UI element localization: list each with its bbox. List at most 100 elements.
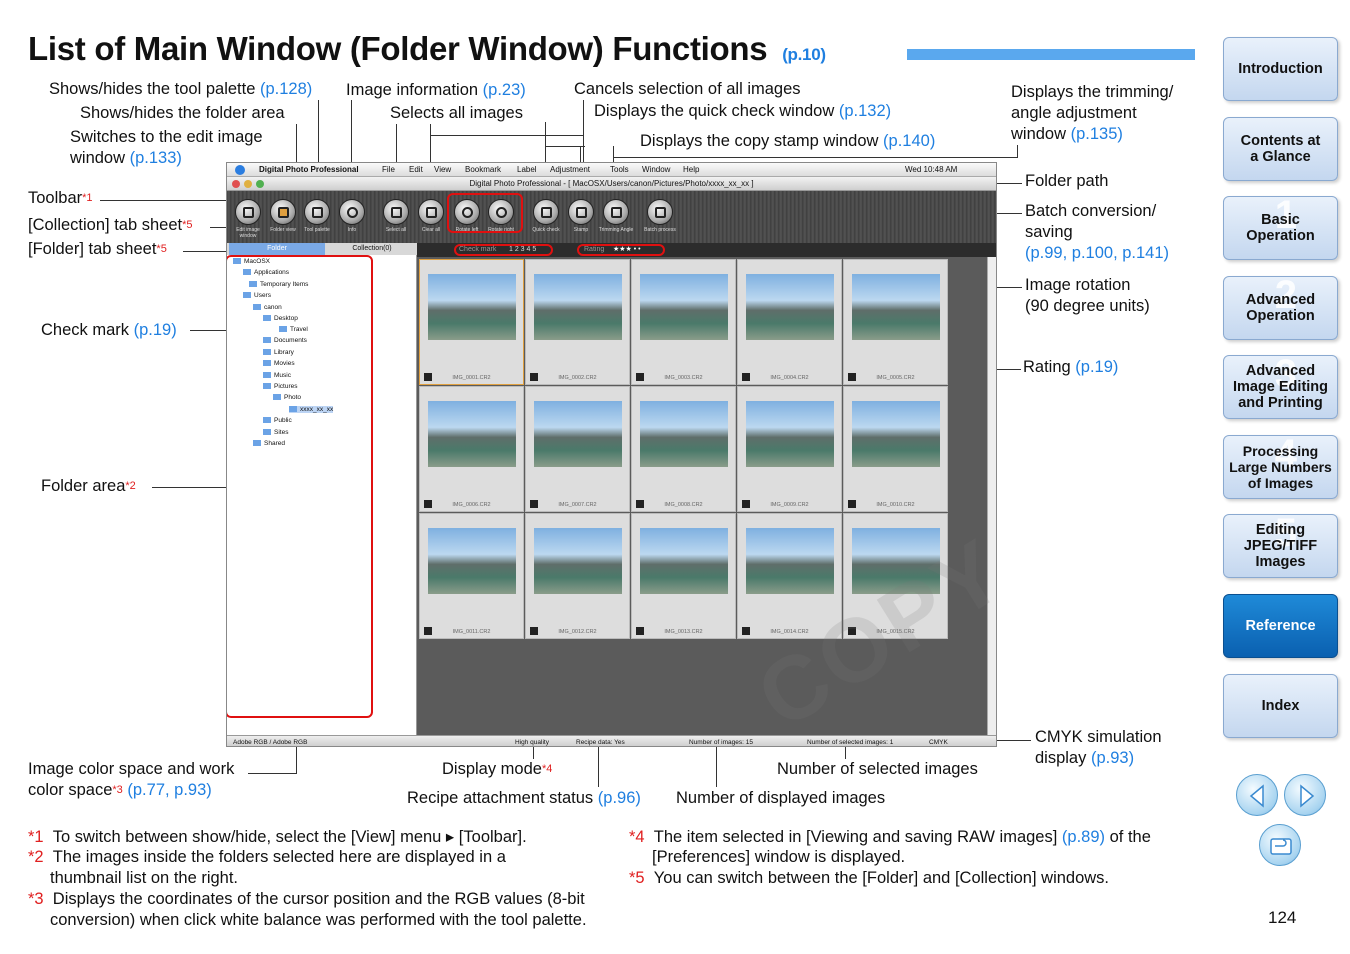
- nav-advanced-operation[interactable]: 2 Advanced Operation: [1223, 275, 1338, 340]
- menu-help[interactable]: Help: [683, 163, 699, 177]
- thumbnail-image: [640, 274, 728, 340]
- tree-item[interactable]: Library: [263, 349, 294, 356]
- footnote-4-cont: [Preferences] window is displayed.: [652, 848, 906, 866]
- tab-folder[interactable]: Folder: [229, 243, 325, 255]
- tree-item[interactable]: Desktop: [263, 315, 298, 322]
- ref-link[interactable]: (p.96): [598, 789, 641, 807]
- menu-view[interactable]: View: [434, 163, 451, 177]
- tree-item[interactable]: Photo: [273, 394, 301, 401]
- thumbnail[interactable]: IMG_0001.CR2: [419, 259, 524, 385]
- rotate-highlight: [447, 193, 523, 233]
- zoom-icon[interactable]: [256, 180, 264, 188]
- return-icon: [1270, 838, 1292, 855]
- thumbnail[interactable]: IMG_0009.CR2: [737, 386, 842, 512]
- tab-collection[interactable]: Collection(0): [327, 243, 417, 255]
- previous-page-button[interactable]: [1236, 774, 1278, 816]
- tree-item[interactable]: canon: [253, 304, 282, 311]
- clear-all-button[interactable]: [418, 199, 444, 225]
- thumbnail[interactable]: IMG_0013.CR2: [631, 513, 736, 639]
- ref-link[interactable]: (p.19): [134, 321, 177, 339]
- thumbnail-filename: IMG_0012.CR2: [558, 629, 597, 635]
- thumbnail[interactable]: IMG_0003.CR2: [631, 259, 736, 385]
- next-page-button[interactable]: [1284, 774, 1326, 816]
- quick-check-button[interactable]: [533, 199, 559, 225]
- menu-file[interactable]: File: [382, 163, 395, 177]
- tree-item[interactable]: Movies: [263, 360, 295, 367]
- trimming-angle-button[interactable]: [603, 199, 629, 225]
- ref-link[interactable]: (p.19): [1075, 358, 1118, 376]
- ref-link[interactable]: (p.135): [1071, 125, 1123, 143]
- thumbnail[interactable]: IMG_0005.CR2: [843, 259, 948, 385]
- menu-app-name[interactable]: Digital Photo Professional: [259, 163, 359, 177]
- menu-tools[interactable]: Tools: [610, 163, 629, 177]
- callout-batch-3: (p.99, p.100, p.141): [1025, 243, 1169, 264]
- return-button[interactable]: [1259, 824, 1301, 866]
- menu-label[interactable]: Label: [517, 163, 537, 177]
- ref-link[interactable]: (p.93): [1091, 749, 1134, 767]
- tree-item[interactable]: Pictures: [263, 383, 297, 390]
- toolbar-caption: Batch process: [644, 227, 676, 233]
- ref-link[interactable]: (p.140): [883, 132, 935, 150]
- vertical-scrollbar[interactable]: [987, 257, 996, 735]
- ref-link[interactable]: (p.128): [260, 80, 312, 98]
- nav-editing-jpeg[interactable]: 5 Editing JPEG/TIFF Images: [1223, 513, 1338, 578]
- menu-window[interactable]: Window: [642, 163, 670, 177]
- menu-bookmark[interactable]: Bookmark: [465, 163, 501, 177]
- ref-link[interactable]: (p.133): [130, 149, 182, 167]
- stamp-button[interactable]: [568, 199, 594, 225]
- thumbnail[interactable]: IMG_0010.CR2: [843, 386, 948, 512]
- callout-trimming-2: angle adjustment: [1011, 104, 1137, 122]
- info-button[interactable]: [339, 199, 365, 225]
- thumbnail[interactable]: IMG_0008.CR2: [631, 386, 736, 512]
- tree-item[interactable]: Public: [263, 417, 292, 424]
- tree-item[interactable]: Documents: [263, 337, 307, 344]
- menu-adjustment[interactable]: Adjustment: [550, 163, 590, 177]
- callout-trimming-1: Displays the trimming/: [1011, 83, 1174, 101]
- ref-link[interactable]: (p.23): [483, 81, 526, 99]
- tree-item[interactable]: Travel: [279, 326, 308, 333]
- nav-processing-large[interactable]: 4 Processing Large Numbers of Images: [1223, 434, 1338, 499]
- tool-palette-button[interactable]: [304, 199, 330, 225]
- nav-introduction[interactable]: Introduction: [1223, 37, 1338, 101]
- tree-item[interactable]: Applications: [243, 269, 289, 276]
- close-icon[interactable]: [232, 180, 240, 188]
- minimize-icon[interactable]: [244, 180, 252, 188]
- tree-item[interactable]: Users: [243, 292, 271, 299]
- callout-num-displayed: Number of displayed images: [676, 789, 886, 807]
- tree-item[interactable]: Sites: [263, 429, 288, 436]
- thumbnail[interactable]: IMG_0011.CR2: [419, 513, 524, 639]
- ref-link[interactable]: (p.89): [1062, 828, 1105, 846]
- thumbnail-image: [428, 401, 516, 467]
- thumbnail[interactable]: IMG_0004.CR2: [737, 259, 842, 385]
- thumbnail[interactable]: IMG_0002.CR2: [525, 259, 630, 385]
- edit-image-window-button[interactable]: [235, 199, 261, 225]
- thumbnail-filename: IMG_0005.CR2: [876, 375, 915, 381]
- menu-edit[interactable]: Edit: [409, 163, 423, 177]
- thumbnail-filename: IMG_0009.CR2: [770, 502, 809, 508]
- nav-basic-operation[interactable]: 1 Basic Operation: [1223, 195, 1338, 260]
- toolbar-caption: Quick check: [532, 227, 560, 233]
- thumbnail-image: [746, 401, 834, 467]
- tree-item[interactable]: Shared: [253, 440, 285, 447]
- ref-link[interactable]: (p.99, p.100, p.141): [1025, 244, 1169, 262]
- ref-link[interactable]: (p.132): [839, 102, 891, 120]
- thumbnail[interactable]: IMG_0012.CR2: [525, 513, 630, 639]
- batch-process-button[interactable]: [647, 199, 673, 225]
- tree-item-selected[interactable]: xxxx_xx_xx: [289, 406, 334, 413]
- select-all-button[interactable]: [383, 199, 409, 225]
- rating-stars[interactable]: ★★★ • •: [613, 243, 641, 257]
- check-mark-buttons[interactable]: 1 2 3 4 5: [509, 243, 536, 257]
- nav-index[interactable]: Index: [1223, 674, 1338, 738]
- tree-item[interactable]: Temporary Items: [249, 281, 308, 288]
- nav-contents[interactable]: Contents at a Glance: [1223, 117, 1338, 181]
- tree-item[interactable]: MacOSX: [233, 258, 270, 265]
- title-page-ref[interactable]: (p.10): [782, 45, 826, 64]
- callout-cmyk-2: display (p.93): [1035, 749, 1135, 767]
- ref-link[interactable]: (p.77, p.93): [127, 781, 211, 799]
- nav-reference[interactable]: Reference: [1223, 594, 1338, 658]
- thumbnail[interactable]: IMG_0007.CR2: [525, 386, 630, 512]
- tree-item[interactable]: Music: [263, 372, 291, 379]
- thumbnail[interactable]: IMG_0006.CR2: [419, 386, 524, 512]
- folder-view-button[interactable]: [270, 199, 296, 225]
- nav-advanced-editing[interactable]: 3 Advanced Image Editing and Printing: [1223, 354, 1338, 419]
